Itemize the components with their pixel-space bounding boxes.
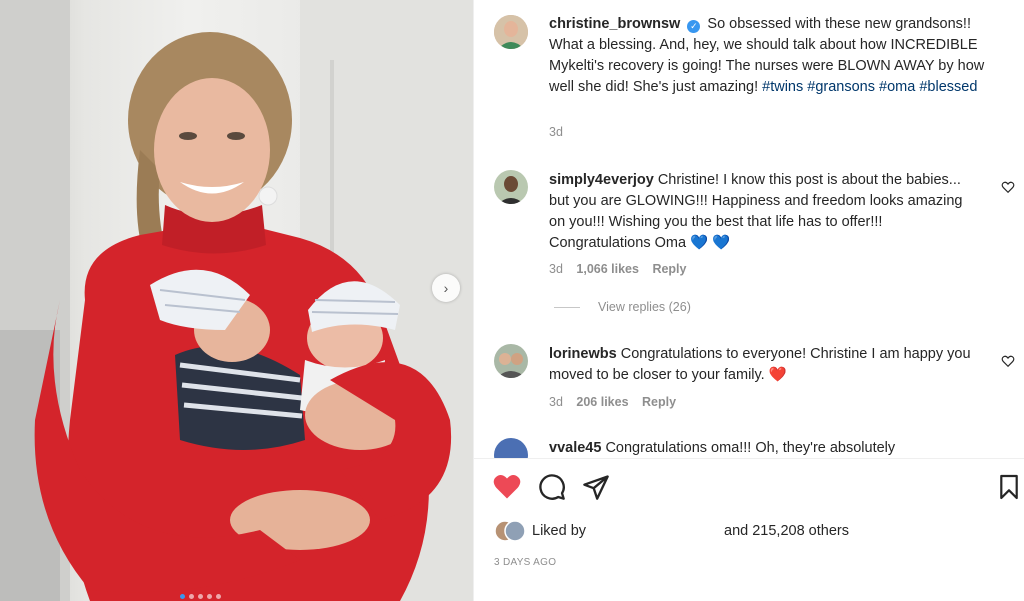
comment-meta: 3d 206 likes Reply <box>549 395 686 409</box>
commenter-avatar[interactable] <box>494 170 528 204</box>
post-photo[interactable]: › <box>0 0 473 601</box>
carousel-dots <box>180 594 221 599</box>
carousel-next-button[interactable]: › <box>432 274 460 302</box>
hashtag[interactable]: #blessed <box>919 79 977 95</box>
post-actions-bar <box>474 470 1024 504</box>
likes-count[interactable]: and 215,208 others <box>724 523 849 539</box>
comment-like-heart-icon[interactable] <box>1001 180 1015 194</box>
red-heart-emoji: ❤️ <box>768 367 787 383</box>
blue-hearts-emoji: 💙 💙 <box>690 235 731 251</box>
comment-icon[interactable] <box>538 473 566 501</box>
comment-age[interactable]: 3d <box>549 395 563 409</box>
liked-by-label: Liked by <box>532 523 587 539</box>
comment-text: vvale45 Congratulations oma!!! Oh, they'… <box>549 438 979 458</box>
commenter-avatar[interactable] <box>494 438 528 458</box>
liked-heart-icon[interactable] <box>492 472 522 500</box>
view-replies-label: View replies (26) <box>598 300 691 314</box>
comment-likes[interactable]: 206 likes <box>576 395 628 409</box>
hashtag[interactable]: #oma <box>879 79 915 95</box>
carousel-dot <box>216 594 221 599</box>
view-replies-button[interactable]: View replies (26) <box>554 300 691 314</box>
comment-likes[interactable]: 1,066 likes <box>576 262 639 276</box>
post-timestamp[interactable]: 3 DAYS AGO <box>494 557 556 568</box>
liked-by-row: Liked by <box>494 520 586 542</box>
reply-button[interactable]: Reply <box>652 262 686 276</box>
replies-divider <box>554 306 580 308</box>
save-bookmark-icon[interactable] <box>998 473 1020 501</box>
post-caption: christine_brownsw ✓ So obsessed with the… <box>549 14 1004 98</box>
carousel-dot <box>189 594 194 599</box>
comment-like-heart-icon[interactable] <box>1001 354 1015 368</box>
caption-meta: 3d <box>549 125 573 139</box>
share-icon[interactable] <box>582 473 610 501</box>
commenter-username[interactable]: simply4everjoy <box>549 172 654 188</box>
comments-panel: christine_brownsw ✓ So obsessed with the… <box>473 0 1024 601</box>
comment-meta: 3d 1,066 likes Reply <box>549 262 696 276</box>
comment-age[interactable]: 3d <box>549 262 563 276</box>
comment-text: simply4everjoy Christine! I know this po… <box>549 170 979 254</box>
author-avatar[interactable] <box>494 15 528 49</box>
carousel-dot <box>198 594 203 599</box>
liker-avatars[interactable] <box>494 520 526 542</box>
commenter-username[interactable]: vvale45 <box>549 440 601 456</box>
carousel-dot <box>180 594 185 599</box>
hashtag[interactable]: #twins <box>762 79 803 95</box>
comments-scroll-area[interactable]: christine_brownsw ✓ So obsessed with the… <box>474 0 1024 458</box>
commenter-username[interactable]: lorinewbs <box>549 346 617 362</box>
reply-button[interactable]: Reply <box>642 395 676 409</box>
author-username[interactable]: christine_brownsw <box>549 16 680 32</box>
comment-text: lorinewbs Congratulations to everyone! C… <box>549 344 979 386</box>
commenter-avatar[interactable] <box>494 344 528 378</box>
carousel-dot <box>207 594 212 599</box>
hashtag[interactable]: #gransons <box>807 79 875 95</box>
caption-age[interactable]: 3d <box>549 125 563 139</box>
actions-divider <box>474 458 1024 459</box>
photo-illustration <box>0 0 473 601</box>
comment-body: Congratulations oma!!! Oh, they're absol… <box>605 440 896 456</box>
verified-badge-icon: ✓ <box>687 20 701 33</box>
